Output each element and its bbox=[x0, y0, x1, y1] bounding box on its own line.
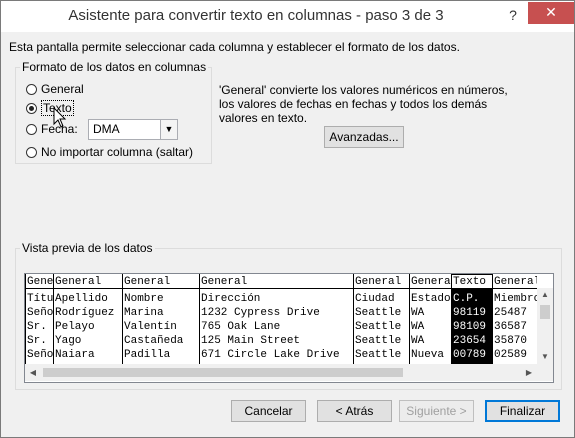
cell: Estado bbox=[411, 293, 451, 305]
cell: Castañeda bbox=[124, 335, 184, 347]
scroll-right-icon[interactable]: ▶ bbox=[521, 366, 537, 380]
cell: WA bbox=[411, 307, 425, 319]
cell: 671 Circle Lake Drive bbox=[201, 349, 340, 361]
cell: Nombre bbox=[124, 293, 164, 305]
dialog-window: Asistente para convertir texto en column… bbox=[0, 0, 575, 438]
scroll-up-icon[interactable]: ▲ bbox=[537, 288, 553, 302]
radio-circle bbox=[26, 123, 37, 135]
cell: Naiara bbox=[55, 349, 95, 361]
cell: Señor bbox=[27, 307, 54, 319]
cell: WA bbox=[411, 335, 425, 347]
preview-column[interactable]: General Título Señor Sr. Sr. Señora bbox=[25, 274, 54, 364]
preview-column[interactable]: General Ciudad Seattle Seattle Seattle S… bbox=[353, 274, 410, 364]
cell: Título bbox=[27, 293, 54, 305]
vertical-scroll-thumb[interactable] bbox=[540, 305, 550, 319]
radio-fecha[interactable]: Fecha: bbox=[26, 122, 78, 136]
cell: 02589 bbox=[494, 349, 528, 361]
column-header: General bbox=[123, 275, 200, 289]
column-header: General bbox=[200, 275, 354, 289]
preview-column[interactable]: General Apellido Rodríguez Pelayo Yago N… bbox=[53, 274, 123, 364]
cell: Dirección bbox=[201, 293, 261, 305]
cell: C.P. bbox=[453, 293, 480, 305]
cell: Padilla bbox=[124, 349, 171, 361]
back-button[interactable]: < Atrás bbox=[317, 400, 392, 422]
preview-column[interactable]: General Miembro 25487 36587 35870 02589 bbox=[492, 274, 537, 364]
column-header: General bbox=[354, 275, 410, 289]
column-header: General bbox=[410, 276, 452, 289]
cell: Yago bbox=[55, 335, 82, 347]
column-header: Texto bbox=[452, 275, 493, 289]
cell: Señora bbox=[27, 349, 54, 361]
radio-general-label: General bbox=[41, 82, 84, 96]
help-button[interactable]: ? bbox=[501, 4, 525, 26]
scroll-down-icon[interactable]: ▼ bbox=[537, 350, 553, 364]
cell: Ciudad bbox=[355, 293, 395, 305]
cell: 23654 bbox=[453, 335, 487, 347]
preview-column[interactable]: General Nombre Marina Valentín Castañeda… bbox=[122, 274, 200, 364]
cell: 36587 bbox=[494, 321, 528, 333]
finish-button[interactable]: Finalizar bbox=[485, 400, 560, 422]
cell: Miembro bbox=[494, 293, 537, 305]
radio-skip-label: No importar columna (saltar) bbox=[41, 145, 194, 159]
chevron-down-icon[interactable]: ▼ bbox=[160, 120, 177, 139]
description-text: Esta pantalla permite seleccionar cada c… bbox=[9, 40, 460, 54]
column-header: General bbox=[493, 276, 537, 289]
radio-fecha-label: Fecha: bbox=[41, 122, 78, 136]
close-button[interactable]: ✕ bbox=[528, 2, 574, 24]
radio-circle bbox=[26, 83, 37, 95]
data-preview[interactable]: General Título Señor Sr. Sr. Señora Gene… bbox=[24, 273, 554, 383]
cell: 1232 Cypress Drive bbox=[201, 307, 320, 319]
cell: Apellido bbox=[55, 293, 108, 305]
preview-column-selected[interactable]: Texto C.P. 98119 98109 23654 00789 bbox=[451, 274, 493, 364]
cell: Marina bbox=[124, 307, 164, 319]
cell: Seattle bbox=[355, 321, 402, 333]
radio-general[interactable]: General bbox=[26, 82, 84, 96]
cell: 765 Oak Lane bbox=[201, 321, 281, 333]
close-icon: ✕ bbox=[545, 4, 557, 20]
cell: 98109 bbox=[453, 321, 487, 333]
info-text: 'General' convierte los valores numérico… bbox=[219, 83, 508, 125]
horizontal-scrollbar[interactable]: ◀ ▶ bbox=[25, 364, 537, 381]
radio-circle-selected bbox=[26, 102, 37, 114]
cell: 25487 bbox=[494, 307, 528, 319]
cell: Pelayo bbox=[55, 321, 95, 333]
scroll-left-icon[interactable]: ◀ bbox=[25, 366, 41, 380]
cell: Seattle bbox=[355, 307, 402, 319]
cell: Nueva bbox=[411, 349, 445, 361]
cell: Valentín bbox=[124, 321, 177, 333]
column-header: General bbox=[54, 275, 123, 289]
window-title: Asistente para convertir texto en column… bbox=[68, 7, 444, 24]
radio-circle bbox=[26, 146, 37, 158]
cancel-button[interactable]: Cancelar bbox=[231, 400, 306, 422]
cell: Seattle bbox=[355, 349, 402, 361]
vertical-scrollbar[interactable]: ▲ ▼ bbox=[537, 288, 553, 364]
scroll-corner bbox=[537, 364, 553, 381]
preview-column[interactable]: General Dirección 1232 Cypress Drive 765… bbox=[199, 274, 354, 364]
date-format-value: DMA bbox=[93, 122, 120, 136]
date-format-select[interactable]: DMA ▼ bbox=[88, 119, 178, 140]
cell: 125 Main Street bbox=[201, 335, 301, 347]
advanced-button[interactable]: Avanzadas... bbox=[324, 126, 404, 148]
cell: WA bbox=[411, 321, 425, 333]
cell: Sr. bbox=[27, 335, 47, 347]
horizontal-scroll-thumb[interactable] bbox=[43, 368, 403, 377]
cell: 35870 bbox=[494, 335, 528, 347]
title-bar: Asistente para convertir texto en column… bbox=[1, 1, 574, 32]
preview-grid: General Título Señor Sr. Sr. Señora Gene… bbox=[25, 274, 537, 364]
preview-legend: Vista previa de los datos bbox=[20, 241, 155, 255]
column-header: General bbox=[26, 276, 54, 289]
preview-column[interactable]: General Estado WA WA WA Nueva bbox=[409, 274, 452, 364]
cell: 00789 bbox=[453, 349, 487, 361]
next-button[interactable]: Siguiente > bbox=[399, 400, 474, 422]
cell: 98119 bbox=[453, 307, 487, 319]
radio-skip-column[interactable]: No importar columna (saltar) bbox=[26, 145, 193, 159]
cell: Rodríguez bbox=[55, 307, 115, 319]
cell: Seattle bbox=[355, 335, 402, 347]
format-group-legend: Formato de los datos en columnas bbox=[20, 60, 209, 74]
cell: Sr. bbox=[27, 321, 47, 333]
